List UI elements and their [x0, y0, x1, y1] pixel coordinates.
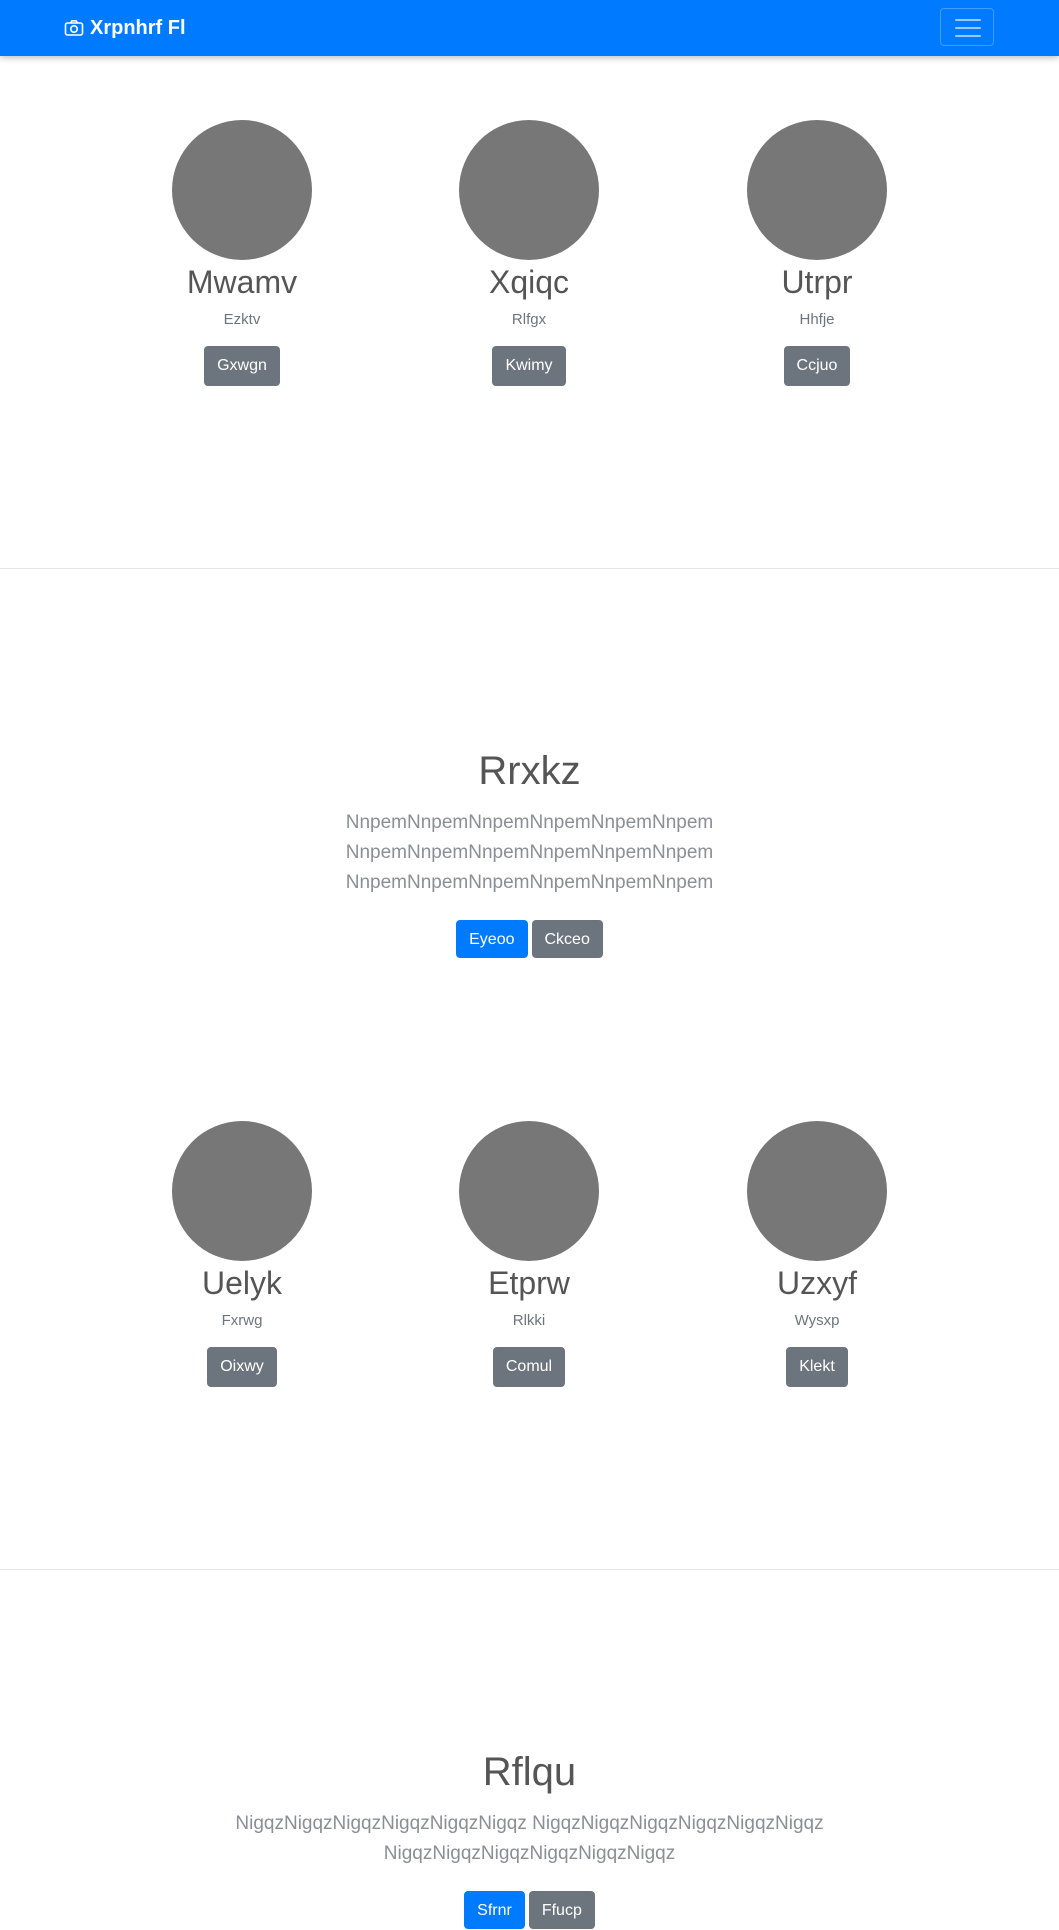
team-member-card: Mwamv Ezktv Gxwgn — [98, 120, 386, 386]
navbar-brand[interactable]: Xrpnhrf Fl — [64, 0, 186, 56]
team-member-card: Xqiqc Rlfgx Kwimy — [385, 120, 673, 386]
section-divider — [0, 568, 1059, 569]
cta-section-2: Rflqu NigqzNigqzNigqzNigqzNigqzNigqz Nig… — [0, 1747, 1059, 1929]
member-button[interactable]: Gxwgn — [204, 346, 280, 386]
member-name: Mwamv — [186, 264, 298, 300]
team-member-card: Etprw Rlkki Comul — [385, 1121, 673, 1387]
cta-text-line: NigqzNigqzNigqzNigqzNigqzNigqz NigqzNigq… — [235, 1813, 824, 1834]
member-role: Rlkki — [512, 1312, 546, 1329]
avatar — [172, 1121, 312, 1261]
cta-title: Rrxkz — [478, 749, 581, 793]
member-button[interactable]: Ccjuo — [783, 346, 851, 386]
member-name: Uelyk — [201, 1265, 282, 1301]
cta-buttons: Eyeoo Ckceo — [0, 920, 1059, 958]
cta-text: NnpemNnpemNnpemNnpemNnpemNnpem NnpemNnpe… — [320, 808, 740, 898]
secondary-button[interactable]: Ffucp — [528, 1891, 595, 1929]
cta-title: Rflqu — [482, 1750, 577, 1794]
avatar — [459, 120, 599, 260]
member-role: Hhfje — [799, 311, 835, 328]
avatar — [172, 120, 312, 260]
team-member-card: Utrpr Hhfje Ccjuo — [673, 120, 961, 386]
cta-text-line: NigqzNigqzNigqzNigqzNigqzNigqz — [383, 1843, 676, 1864]
member-role: Fxrwg — [221, 1312, 263, 1329]
member-button[interactable]: Kwimy — [492, 346, 566, 386]
navbar: Xrpnhrf Fl — [0, 0, 1059, 56]
section-divider — [0, 1569, 1059, 1570]
avatar — [747, 1121, 887, 1261]
team-member-card: Uelyk Fxrwg Oixwy — [98, 1121, 386, 1387]
cta-text-line: NnpemNnpemNnpemNnpemNnpemNnpem — [345, 812, 714, 833]
member-name: Xqiqc — [488, 264, 570, 300]
primary-button[interactable]: Sfrnr — [464, 1891, 525, 1929]
member-button[interactable]: Klekt — [786, 1347, 848, 1387]
navbar-toggler-button[interactable] — [940, 8, 994, 46]
team-member-card: Uzxyf Wysxp Klekt — [673, 1121, 961, 1387]
member-role: Rlfgx — [511, 311, 547, 328]
member-name: Utrpr — [781, 264, 853, 300]
member-name: Uzxyf — [777, 1265, 857, 1301]
cta-text: NigqzNigqzNigqzNigqzNigqzNigqz NigqzNigq… — [210, 1809, 850, 1869]
member-button[interactable]: Oixwy — [207, 1347, 277, 1387]
cta-text-line: NnpemNnpemNnpemNnpemNnpemNnpem — [345, 872, 714, 893]
avatar — [459, 1121, 599, 1261]
member-role: Ezktv — [223, 311, 261, 328]
primary-button[interactable]: Eyeoo — [456, 920, 528, 958]
cta-section-1: Rrxkz NnpemNnpemNnpemNnpemNnpemNnpem Nnp… — [0, 746, 1059, 958]
camera-icon — [64, 20, 84, 36]
cta-text-line: NnpemNnpemNnpemNnpemNnpemNnpem — [345, 842, 714, 863]
member-name: Etprw — [488, 1265, 570, 1301]
brand-label: Xrpnhrf Fl — [90, 16, 186, 39]
member-button[interactable]: Comul — [492, 1347, 566, 1387]
secondary-button[interactable]: Ckceo — [531, 920, 603, 958]
cta-buttons: Sfrnr Ffucp — [0, 1891, 1059, 1929]
avatar — [747, 120, 887, 260]
member-role: Wysxp — [794, 1312, 840, 1329]
